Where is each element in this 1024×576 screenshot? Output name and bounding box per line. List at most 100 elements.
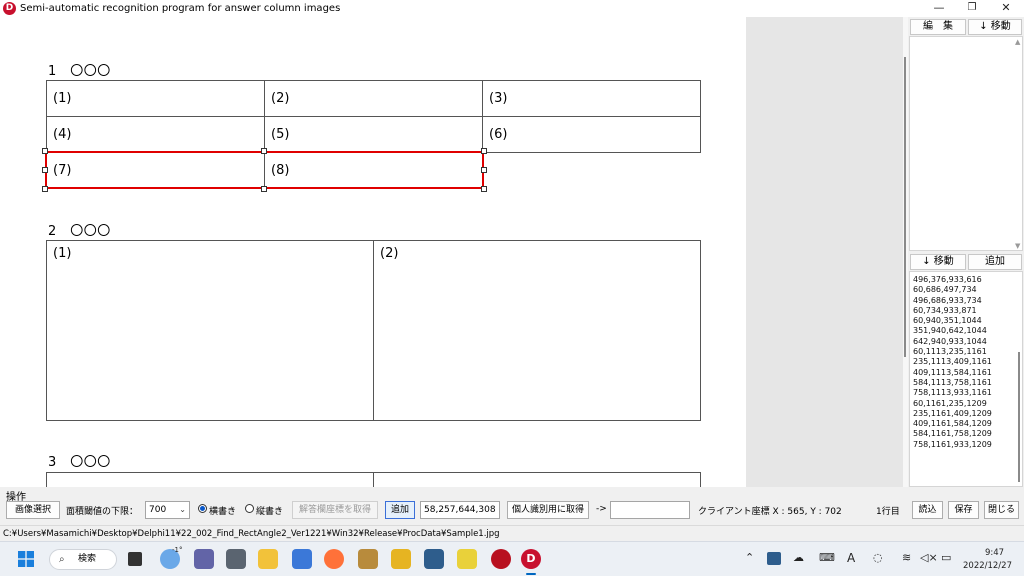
answer-cell[interactable]	[373, 472, 701, 487]
line-number-label: 1行目	[876, 507, 900, 517]
scroll-down-icon[interactable]: ▼	[1015, 242, 1020, 250]
resize-handle[interactable]	[481, 167, 487, 173]
resize-handle[interactable]	[481, 186, 487, 192]
photos-icon[interactable]	[292, 549, 312, 569]
resize-handle[interactable]	[42, 148, 48, 154]
coords-list-item[interactable]: 235,1161,409,1209	[913, 409, 1022, 419]
coords-list-item[interactable]: 584,1113,758,1161	[913, 378, 1022, 388]
start-button[interactable]	[16, 549, 36, 569]
scrollbar-thumb[interactable]	[904, 57, 906, 357]
get-answer-coords-button[interactable]: 解答欄座標を取得	[292, 501, 378, 519]
answer-cell[interactable]: (2)	[373, 240, 701, 421]
search-label: 検索	[78, 554, 97, 564]
coords-list-item[interactable]: 758,1113,933,1161	[913, 388, 1022, 398]
answer-sheet-image[interactable]: 1 〇〇〇 (1) (2) (3) (4) (5) (6) (7) (8) 2 …	[0, 17, 746, 487]
coords-list-item[interactable]: 758,1161,933,1209	[913, 440, 1022, 450]
answer-cell[interactable]: (6)	[482, 116, 701, 153]
answer-cell[interactable]: (1)	[46, 240, 374, 421]
coords-list-item[interactable]: 642,940,933,1044	[913, 337, 1022, 347]
app-logo-icon: D	[3, 2, 16, 15]
active-app-icon[interactable]: D	[521, 549, 541, 569]
clock-time[interactable]: 9:47	[985, 548, 1004, 558]
image-canvas[interactable]: 1 〇〇〇 (1) (2) (3) (4) (5) (6) (7) (8) 2 …	[0, 17, 903, 487]
restore-button[interactable]: ❐	[955, 0, 989, 17]
minimize-button[interactable]: —	[922, 0, 956, 17]
ime-mode-icon[interactable]: ◌	[873, 551, 883, 564]
active-indicator	[526, 573, 536, 575]
answer-cell[interactable]: (4)	[46, 116, 265, 153]
answer-cell[interactable]: (5)	[264, 116, 483, 153]
coords-list-item[interactable]: 584,1161,758,1209	[913, 429, 1022, 439]
selected-list[interactable]: ▲ ▼	[909, 36, 1023, 251]
delphi-icon[interactable]	[491, 549, 511, 569]
resize-handle[interactable]	[42, 186, 48, 192]
coords-list-item[interactable]: 60,734,933,871	[913, 306, 1022, 316]
coords-list-item[interactable]: 60,1161,235,1209	[913, 399, 1022, 409]
task-view-icon[interactable]	[128, 552, 142, 566]
ime-label[interactable]: A	[847, 551, 855, 565]
search-icon: ⌕	[59, 554, 65, 565]
answer-cell[interactable]: (3)	[482, 80, 701, 117]
answer-cell[interactable]	[46, 472, 374, 487]
scroll-up-icon[interactable]: ▲	[1015, 38, 1020, 46]
monitor-app-icon[interactable]	[424, 549, 444, 569]
get-personal-id-button[interactable]: 個人識別用に取得	[507, 501, 589, 519]
move-button-top[interactable]: ↓ 移動	[968, 19, 1022, 35]
move-button-bottom[interactable]: ↓ 移動	[910, 254, 966, 270]
close-button[interactable]: 閉じる	[984, 501, 1019, 519]
close-window-button[interactable]: ✕	[989, 0, 1023, 17]
clock-date[interactable]: 2022/12/27	[963, 561, 1012, 571]
right-panel: 編 集 ↓ 移動 ▲ ▼ ↓ 移動 追加 496,376,933,616 60,6…	[908, 17, 1024, 487]
coords-listbox[interactable]: 496,376,933,616 60,686,497,734 496,686,933…	[909, 271, 1023, 487]
add-button[interactable]: 追加	[385, 501, 415, 519]
coords-list-item[interactable]: 351,940,642,1044	[913, 326, 1022, 336]
notes-app-icon[interactable]	[457, 549, 477, 569]
teams-icon[interactable]	[194, 549, 214, 569]
chevron-down-icon: ⌄	[179, 505, 186, 514]
wifi-icon[interactable]: ≋	[902, 551, 911, 564]
battery-icon[interactable]: ▭	[941, 551, 951, 564]
horizontal-label: 横書き	[209, 507, 237, 517]
coords-input[interactable]: 58,257,644,308	[420, 501, 500, 519]
list-scrollbar[interactable]: ▲ ▼	[1015, 38, 1021, 250]
resize-handle[interactable]	[261, 148, 267, 154]
speaker-icon[interactable]: ◁×	[920, 551, 938, 564]
coords-list-item[interactable]: 60,940,351,1044	[913, 316, 1022, 326]
coords-list-item[interactable]: 235,1113,409,1161	[913, 357, 1022, 367]
edit-button[interactable]: 編 集	[910, 19, 966, 35]
paint-icon[interactable]	[391, 549, 411, 569]
vertical-radio[interactable]	[245, 504, 254, 513]
resize-handle[interactable]	[261, 186, 267, 192]
coords-list-item[interactable]: 409,1113,584,1161	[913, 368, 1022, 378]
answer-cell[interactable]: (2)	[264, 80, 483, 117]
coords-list-item[interactable]: 60,686,497,734	[913, 285, 1022, 295]
calculator-icon[interactable]	[226, 549, 246, 569]
answer-cell[interactable]: (1)	[46, 80, 265, 117]
list-scrollbar-thumb[interactable]	[1018, 352, 1020, 482]
save-button[interactable]: 保存	[948, 501, 979, 519]
chevron-up-icon[interactable]: ⌃	[745, 551, 754, 564]
title-bar: D Semi-automatic recognition program for…	[0, 0, 1024, 17]
tray-app-icon[interactable]	[767, 552, 781, 565]
coords-list-item[interactable]: 60,1113,235,1161	[913, 347, 1022, 357]
cloud-icon[interactable]: ☁	[793, 551, 804, 564]
keyboard-icon[interactable]: ⌨	[819, 551, 835, 564]
taskbar-search[interactable]: ⌕ 検索	[49, 549, 117, 570]
selection-rectangle[interactable]	[45, 151, 484, 189]
area-threshold-value: 700	[149, 505, 167, 515]
resize-handle[interactable]	[42, 167, 48, 173]
coords-list-item[interactable]: 496,686,933,734	[913, 296, 1022, 306]
load-button[interactable]: 読込	[912, 501, 943, 519]
area-threshold-select[interactable]: 700 ⌄	[145, 501, 190, 519]
coords-list-item[interactable]: 496,376,933,616	[913, 275, 1022, 285]
firefox-icon[interactable]	[324, 549, 344, 569]
select-image-button[interactable]: 画像選択	[6, 501, 60, 519]
add-list-button[interactable]: 追加	[968, 254, 1022, 270]
resize-handle[interactable]	[481, 148, 487, 154]
file-explorer-icon[interactable]	[258, 549, 278, 569]
horizontal-radio[interactable]	[198, 504, 207, 513]
personal-id-input[interactable]	[610, 501, 690, 519]
coords-list-item[interactable]: 409,1161,584,1209	[913, 419, 1022, 429]
status-bar: C:¥Users¥Masamichi¥Desktop¥Delphi11¥22_0…	[0, 525, 1024, 541]
app-icon[interactable]	[358, 549, 378, 569]
